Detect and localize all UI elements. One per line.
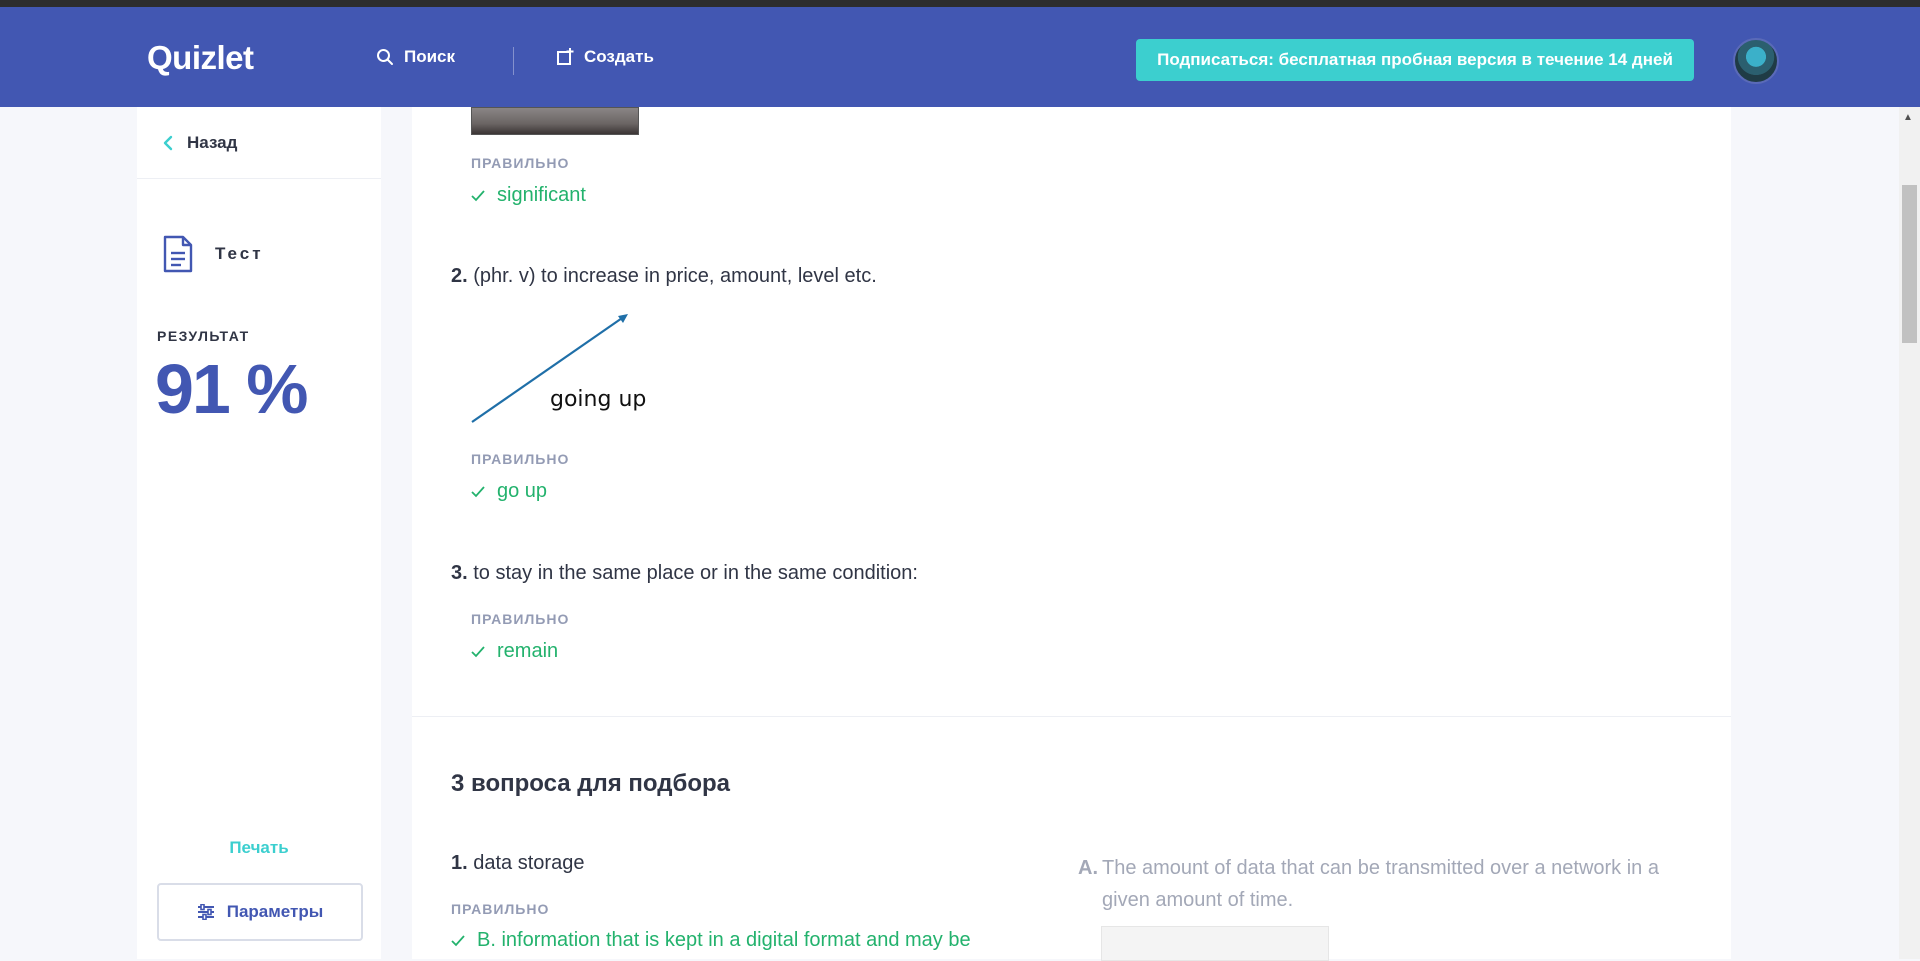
correct-label: ПРАВИЛЬНО <box>471 451 570 467</box>
correct-answer: go up <box>471 480 547 503</box>
scroll-up-arrow[interactable]: ▲ <box>1903 112 1913 123</box>
result-label: РЕЗУЛЬТАТ <box>157 328 250 344</box>
avatar[interactable] <box>1733 38 1779 84</box>
create-icon <box>557 48 574 65</box>
section-divider <box>412 716 1731 717</box>
check-icon <box>471 485 485 497</box>
question-prompt: 2. (phr. v) to increase in price, amount… <box>451 265 877 288</box>
answer-text: go up <box>497 480 548 502</box>
correct-label: ПРАВИЛЬНО <box>451 901 550 917</box>
answer-text: B. information that is kept in a digital… <box>477 929 971 951</box>
question-number: 2. <box>451 265 468 287</box>
back-button[interactable]: Назад <box>163 133 237 153</box>
top-header: Quizlet Поиск Создать Подписаться: беспл… <box>0 7 1920 107</box>
sidebar-divider <box>137 178 381 179</box>
search-icon <box>377 49 393 65</box>
correct-label: ПРАВИЛЬНО <box>471 155 570 171</box>
image-caption: going up <box>550 387 646 412</box>
correct-answer: remain <box>471 640 558 663</box>
option-image <box>1101 926 1329 961</box>
nav-divider <box>513 47 514 75</box>
search-label: Поиск <box>404 47 456 66</box>
question-number: 3. <box>451 562 468 584</box>
print-link[interactable]: Печать <box>137 838 381 858</box>
window-top-strip <box>0 0 1920 7</box>
params-label: Параметры <box>226 902 324 921</box>
params-button[interactable]: Параметры <box>157 883 363 941</box>
search-button[interactable]: Поиск <box>376 47 455 67</box>
section-heading: 3 вопроса для подбора <box>451 770 730 797</box>
check-icon <box>451 934 465 946</box>
option-letter: A. <box>1078 857 1098 879</box>
chevron-left-icon <box>163 135 173 151</box>
answer-text: remain <box>497 640 559 662</box>
option-text: The amount of data that can be transmitt… <box>1102 857 1659 911</box>
answer-text: significant <box>497 184 586 206</box>
question-text: to stay in the same place or in the same… <box>473 562 918 584</box>
correct-label: ПРАВИЛЬНО <box>471 611 570 627</box>
create-label: Создать <box>584 47 654 66</box>
question-prompt: 3. to stay in the same place or in the s… <box>451 562 918 585</box>
going-up-image: going up <box>471 314 646 423</box>
matching-question: 1. data storage <box>451 852 584 875</box>
result-value: 91 % <box>155 350 309 428</box>
question-text: data storage <box>473 852 585 874</box>
mode-label: Тест <box>215 244 264 263</box>
document-icon <box>163 235 193 273</box>
back-label: Назад <box>187 133 238 152</box>
sliders-icon <box>197 904 214 920</box>
correct-answer: significant <box>471 184 586 207</box>
sidebar: Назад Тест РЕЗУЛЬТАТ 91 % Печать Парамет… <box>137 107 381 959</box>
subscribe-button[interactable]: Подписаться: бесплатная пробная версия в… <box>1136 39 1694 81</box>
scrollbar-thumb[interactable] <box>1902 185 1917 343</box>
question-image <box>471 107 639 135</box>
check-icon <box>471 645 485 657</box>
correct-answer: B. information that is kept in a digital… <box>451 929 971 952</box>
matching-option-a: A. The amount of data that can be transm… <box>1078 852 1690 916</box>
question-text: (phr. v) to increase in price, amount, l… <box>473 265 877 287</box>
question-number: 1. <box>451 852 468 874</box>
check-icon <box>471 189 485 201</box>
quizlet-logo[interactable]: Quizlet <box>147 39 254 77</box>
create-button[interactable]: Создать <box>556 47 654 67</box>
mode-indicator: Тест <box>161 235 264 273</box>
main-content <box>412 107 1731 959</box>
